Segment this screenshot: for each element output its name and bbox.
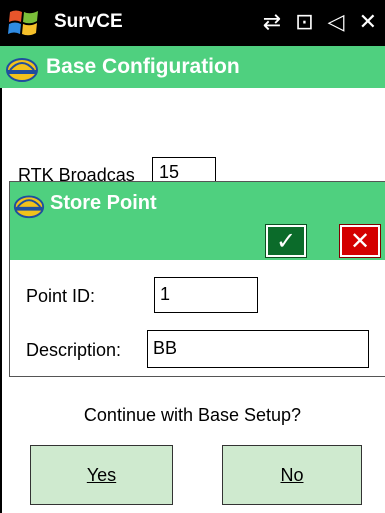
volume-icon[interactable]: ◁: [328, 10, 345, 36]
connectivity-icon[interactable]: ⇄: [263, 10, 281, 36]
checkmark-icon: ✓: [275, 227, 297, 255]
status-icons: ⇄ ⊡ ◁ ✕: [263, 10, 377, 36]
dialog-header: Store Point ✓ ✕: [10, 182, 385, 260]
yes-label: Yes: [86, 464, 117, 485]
continue-prompt: Continue with Base Setup?: [83, 405, 302, 425]
yes-button[interactable]: Yes: [30, 445, 173, 505]
point-id-input[interactable]: 1: [154, 277, 258, 313]
no-button[interactable]: No: [222, 445, 362, 505]
taskbar: SurvCE ⇄ ⊡ ◁ ✕: [0, 0, 385, 46]
start-windows-icon[interactable]: [6, 6, 42, 40]
close-icon[interactable]: ✕: [359, 10, 377, 36]
window-title: Base Configuration: [46, 55, 240, 78]
cancel-button[interactable]: ✕: [340, 225, 380, 257]
hardhat-icon: [13, 195, 45, 219]
point-id-label: Point ID:: [26, 286, 96, 306]
close-icon: ✕: [349, 227, 371, 255]
sync-icon[interactable]: ⊡: [295, 10, 313, 36]
description-label: Description:: [26, 340, 122, 360]
window-titlebar: Base Configuration: [0, 46, 385, 88]
description-input[interactable]: BB: [147, 330, 369, 368]
dialog-title: Store Point: [50, 192, 157, 214]
no-label: No: [280, 464, 304, 485]
window-edge: [0, 88, 2, 513]
store-point-dialog: Store Point ✓ ✕ Point ID: 1 Description:…: [9, 181, 385, 377]
ok-button[interactable]: ✓: [266, 225, 306, 257]
hardhat-icon: [6, 58, 38, 82]
app-title: SurvCE: [54, 11, 123, 32]
